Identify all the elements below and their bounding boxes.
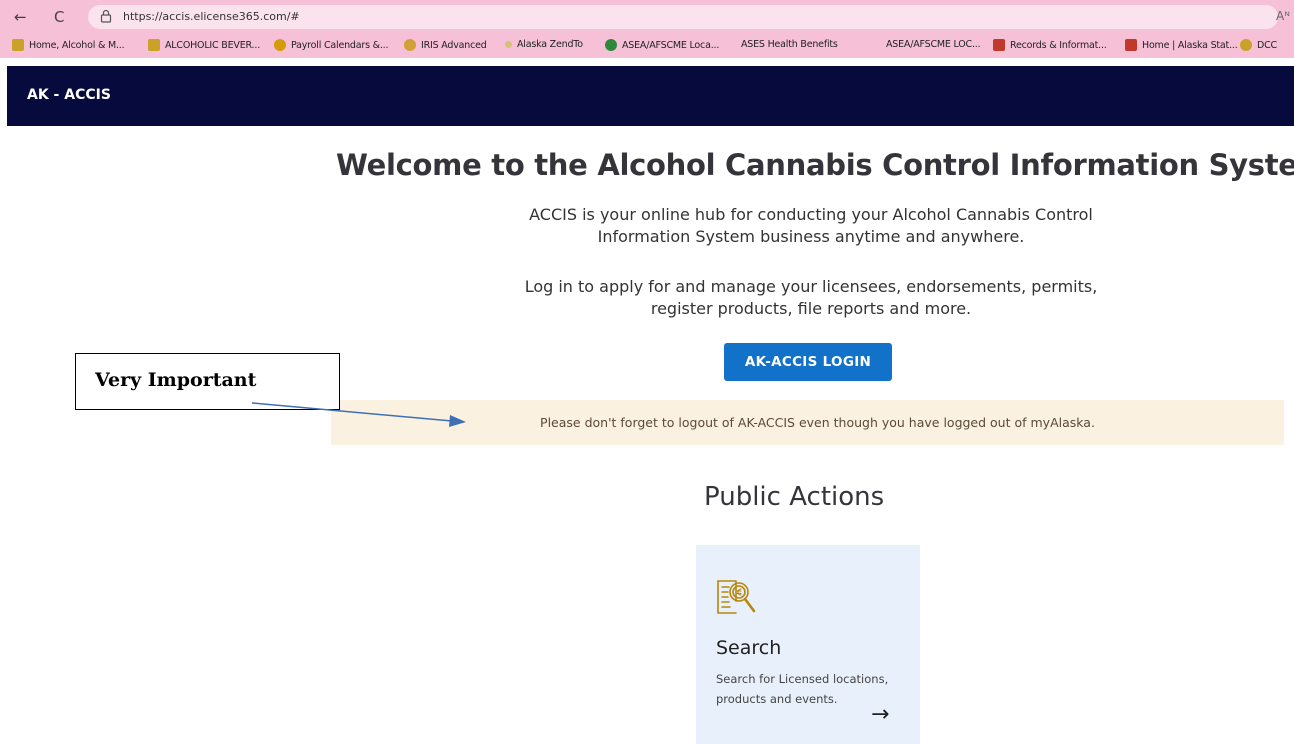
back-arrow-icon[interactable]: ← bbox=[14, 8, 27, 26]
annotation-callout: Very Important bbox=[75, 353, 340, 410]
ak-icon bbox=[148, 39, 160, 51]
search-card[interactable]: Search Search for Licensed locations, pr… bbox=[696, 545, 920, 744]
bookmark-label: Records & Informat... bbox=[1010, 39, 1107, 51]
url-text: https://accis.elicense365.com/# bbox=[123, 10, 300, 23]
search-document-icon bbox=[717, 580, 756, 614]
bookmark-item[interactable]: Home | Alaska Stat... bbox=[1125, 39, 1238, 51]
bookmark-label: Home, Alcohol & M... bbox=[29, 39, 125, 51]
app-name[interactable]: AK - ACCIS bbox=[27, 87, 111, 103]
arrow-right-icon[interactable]: → bbox=[871, 702, 889, 727]
bookmark-item[interactable]: ASES Health Benefits bbox=[741, 39, 838, 50]
bookmark-label: ASEA/AFSCME LOC... bbox=[886, 39, 981, 50]
bookmark-item[interactable]: ALCOHOLIC BEVER... bbox=[148, 39, 260, 51]
card-title: Search bbox=[716, 637, 782, 659]
dot-icon bbox=[505, 41, 512, 48]
bookmark-label: Payroll Calendars &... bbox=[291, 39, 389, 51]
logout-reminder-alert: Please don't forget to logout of AK-ACCI… bbox=[331, 400, 1284, 445]
alert-text: Please don't forget to logout of AK-ACCI… bbox=[540, 415, 1095, 430]
bookmark-label: IRIS Advanced bbox=[421, 39, 487, 51]
intro-paragraph: ACCIS is your online hub for conducting … bbox=[331, 204, 1291, 248]
bookmark-label: ASEA/AFSCME Loca... bbox=[622, 39, 720, 51]
globe-icon bbox=[274, 39, 286, 51]
iris-icon bbox=[404, 39, 416, 51]
bookmark-label: ASES Health Benefits bbox=[741, 39, 838, 50]
reader-mode-icon[interactable]: Aᴺ bbox=[1276, 9, 1290, 23]
reload-icon[interactable]: C bbox=[54, 8, 64, 26]
bookmark-label: ALCOHOLIC BEVER... bbox=[165, 39, 261, 51]
login-line: register products, file reports and more… bbox=[650, 299, 972, 318]
bookmark-item[interactable]: Alaska ZendTo bbox=[505, 39, 583, 50]
intro-line: Information System business anytime and … bbox=[597, 227, 1025, 246]
bookmark-item[interactable]: DCC bbox=[1240, 39, 1277, 51]
bookmark-item[interactable]: IRIS Advanced bbox=[404, 39, 487, 51]
intro-line: ACCIS is your online hub for conducting … bbox=[529, 205, 1093, 224]
app-header: AK - ACCIS bbox=[7, 66, 1294, 126]
public-actions-title: Public Actions bbox=[704, 482, 885, 512]
site-info-icon[interactable] bbox=[100, 9, 112, 23]
bookmark-item[interactable]: ASEA/AFSCME LOC... bbox=[886, 39, 981, 50]
bookmark-label: Home | Alaska Stat... bbox=[1142, 39, 1238, 51]
ak-icon bbox=[12, 39, 24, 51]
union-icon bbox=[605, 39, 617, 51]
bookmark-item[interactable]: ASEA/AFSCME Loca... bbox=[605, 39, 719, 51]
circle-icon bbox=[1240, 39, 1252, 51]
bookmark-item[interactable]: Home, Alcohol & M... bbox=[12, 39, 125, 51]
login-button[interactable]: AK-ACCIS LOGIN bbox=[724, 343, 892, 381]
bookmark-item[interactable]: Payroll Calendars &... bbox=[274, 39, 389, 51]
login-paragraph: Log in to apply for and manage your lice… bbox=[331, 276, 1291, 320]
bookmark-item[interactable]: Records & Informat... bbox=[993, 39, 1107, 51]
browser-address-bar: ← C https://accis.elicense365.com/# Aᴺ bbox=[0, 0, 1294, 34]
bookmark-label: Alaska ZendTo bbox=[517, 39, 583, 50]
building-icon bbox=[1125, 39, 1137, 51]
building-icon bbox=[993, 39, 1005, 51]
login-line: Log in to apply for and manage your lice… bbox=[524, 277, 1098, 296]
bookmarks-bar: Home, Alcohol & M... ALCOHOLIC BEVER... Pa… bbox=[0, 34, 1294, 58]
page-title: Welcome to the Alcohol Cannabis Control … bbox=[336, 148, 1294, 182]
annotation-text: Very Important bbox=[95, 369, 257, 391]
bookmark-label: DCC bbox=[1257, 39, 1277, 51]
